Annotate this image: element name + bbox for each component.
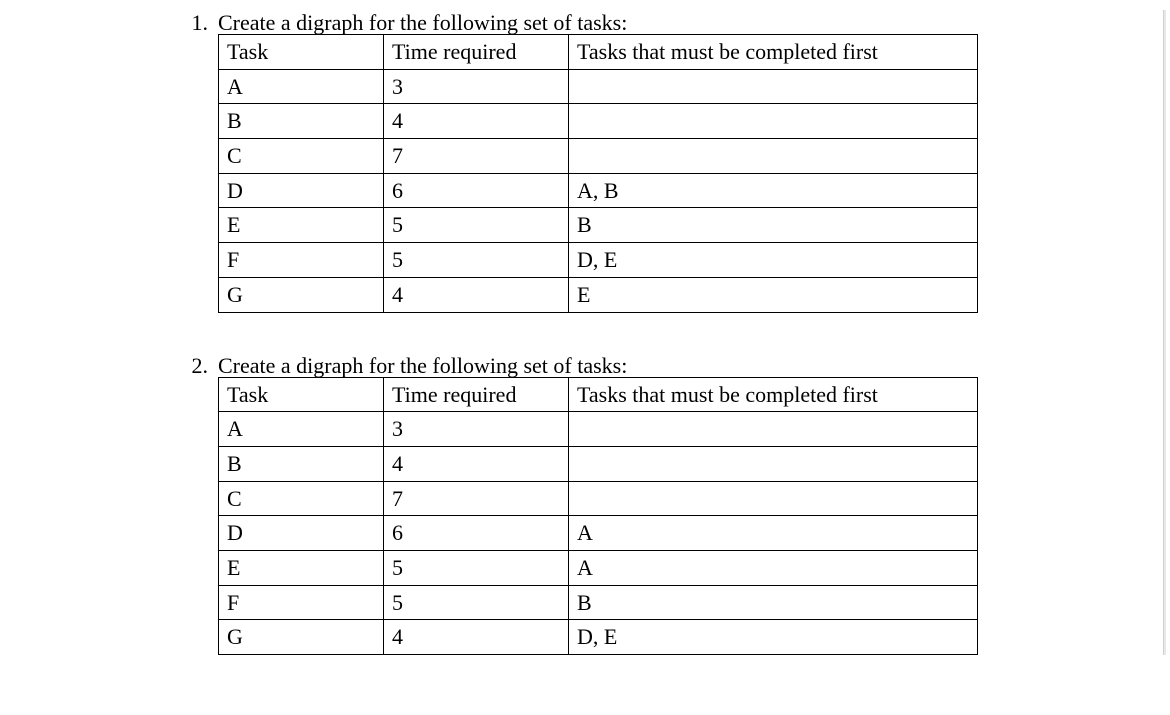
cell-prereq: E: [569, 277, 978, 312]
table-row: C 7: [219, 139, 978, 174]
cell-prereq: [569, 139, 978, 174]
cell-task: E: [219, 550, 384, 585]
table-row: D 6 A, B: [219, 173, 978, 208]
cell-task: A: [219, 412, 384, 447]
cell-time: 5: [384, 585, 569, 620]
page: 1. Create a digraph for the following se…: [0, 10, 1170, 655]
cell-prereq: [569, 481, 978, 516]
question-prompt: Create a digraph for the following set o…: [218, 10, 1050, 36]
cell-task: G: [219, 277, 384, 312]
cell-time: 4: [384, 620, 569, 655]
table-row: B 4: [219, 446, 978, 481]
header-task: Task: [219, 35, 384, 70]
table-row: F 5 D, E: [219, 243, 978, 278]
cell-prereq: D, E: [569, 620, 978, 655]
cell-time: 4: [384, 277, 569, 312]
table-row: F 5 B: [219, 585, 978, 620]
cell-prereq: A, B: [569, 173, 978, 208]
cell-task: B: [219, 104, 384, 139]
cell-time: 6: [384, 516, 569, 551]
cell-prereq: [569, 412, 978, 447]
header-prereq: Tasks that must be completed first: [569, 377, 978, 412]
question-2: 2. Create a digraph for the following se…: [180, 353, 1050, 656]
question-header: 2. Create a digraph for the following se…: [180, 353, 1050, 379]
cell-task: B: [219, 446, 384, 481]
table-row: E 5 A: [219, 550, 978, 585]
question-1: 1. Create a digraph for the following se…: [180, 10, 1050, 313]
question-header: 1. Create a digraph for the following se…: [180, 10, 1050, 36]
cell-time: 5: [384, 208, 569, 243]
table-row: A 3: [219, 412, 978, 447]
page-edge-shadow: [1163, 10, 1166, 655]
table-row: B 4: [219, 104, 978, 139]
cell-time: 5: [384, 243, 569, 278]
question-number: 1.: [180, 10, 218, 36]
cell-prereq: B: [569, 208, 978, 243]
cell-time: 3: [384, 69, 569, 104]
cell-task: C: [219, 481, 384, 516]
cell-time: 4: [384, 446, 569, 481]
cell-prereq: [569, 446, 978, 481]
cell-time: 7: [384, 481, 569, 516]
cell-task: F: [219, 243, 384, 278]
table-header-row: Task Time required Tasks that must be co…: [219, 35, 978, 70]
cell-time: 6: [384, 173, 569, 208]
table-row: A 3: [219, 69, 978, 104]
cell-task: C: [219, 139, 384, 174]
table-row: D 6 A: [219, 516, 978, 551]
cell-prereq: D, E: [569, 243, 978, 278]
header-time: Time required: [384, 377, 569, 412]
header-task: Task: [219, 377, 384, 412]
cell-task: F: [219, 585, 384, 620]
cell-prereq: [569, 69, 978, 104]
header-prereq: Tasks that must be completed first: [569, 35, 978, 70]
task-table-1: Task Time required Tasks that must be co…: [218, 34, 978, 313]
table-row: E 5 B: [219, 208, 978, 243]
content: 1. Create a digraph for the following se…: [0, 10, 1170, 655]
cell-prereq: A: [569, 516, 978, 551]
cell-prereq: B: [569, 585, 978, 620]
cell-time: 4: [384, 104, 569, 139]
table-header-row: Task Time required Tasks that must be co…: [219, 377, 978, 412]
cell-task: A: [219, 69, 384, 104]
cell-time: 5: [384, 550, 569, 585]
cell-time: 3: [384, 412, 569, 447]
cell-time: 7: [384, 139, 569, 174]
table-row: G 4 D, E: [219, 620, 978, 655]
cell-prereq: [569, 104, 978, 139]
task-table-2: Task Time required Tasks that must be co…: [218, 377, 978, 656]
table-row: C 7: [219, 481, 978, 516]
table-row: G 4 E: [219, 277, 978, 312]
cell-prereq: A: [569, 550, 978, 585]
cell-task: G: [219, 620, 384, 655]
question-number: 2.: [180, 353, 218, 379]
cell-task: E: [219, 208, 384, 243]
cell-task: D: [219, 173, 384, 208]
question-prompt: Create a digraph for the following set o…: [218, 353, 1050, 379]
header-time: Time required: [384, 35, 569, 70]
cell-task: D: [219, 516, 384, 551]
